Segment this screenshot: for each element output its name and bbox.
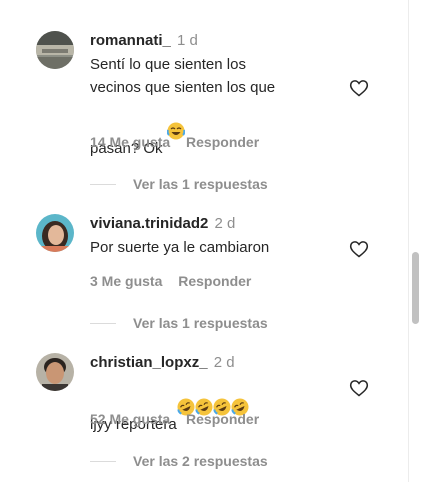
reply-button[interactable]: Responder: [186, 134, 259, 150]
comment-actions: 3 Me gusta Responder: [90, 272, 251, 290]
scrollbar-thumb[interactable]: [412, 252, 419, 324]
username-link[interactable]: romannati_: [90, 32, 171, 49]
likes-count-button[interactable]: 52 Me gusta: [90, 411, 170, 427]
comment-time[interactable]: 2 d: [215, 215, 236, 232]
view-replies-label: Ver las 1 respuestas: [133, 315, 268, 331]
rofl-emoji: [231, 375, 249, 416]
scrollbar[interactable]: [408, 0, 421, 482]
likes-count-button[interactable]: 3 Me gusta: [90, 273, 162, 289]
view-replies-label: Ver las 1 respuestas: [133, 176, 268, 192]
comment-actions: 52 Me gusta Responder: [90, 410, 259, 428]
likes-count-button[interactable]: 14 Me gusta: [90, 134, 170, 150]
comment-body: viviana.trinidad2 2 d Por suerte ya le c…: [90, 214, 340, 259]
like-heart-icon[interactable]: [349, 378, 369, 398]
avatar[interactable]: [36, 31, 74, 69]
view-replies-button[interactable]: Ver las 1 respuestas: [90, 175, 268, 193]
comment-time[interactable]: 1 d: [177, 32, 198, 49]
comment-text-content: Por suerte ya le cambiaron: [90, 239, 270, 256]
rofl-emoji: [213, 375, 231, 416]
rofl-emoji: [195, 375, 213, 416]
replies-divider-line: [90, 183, 116, 185]
avatar[interactable]: [36, 214, 74, 252]
replies-divider-line: [90, 460, 116, 462]
comment-text: Por suerte ya le cambiaron: [90, 236, 340, 259]
username-link[interactable]: christian_lopxz_: [90, 354, 208, 371]
like-heart-icon[interactable]: [349, 78, 369, 98]
view-replies-button[interactable]: Ver las 1 respuestas: [90, 314, 268, 332]
laughing-tears-emoji: [166, 99, 185, 140]
comments-list: romannati_ 1 d Sentí lo que sienten los …: [0, 0, 408, 482]
view-replies-label: Ver las 2 respuestas: [133, 453, 268, 469]
avatar[interactable]: [36, 353, 74, 391]
reply-button[interactable]: Responder: [186, 411, 259, 427]
reply-button[interactable]: Responder: [178, 273, 251, 289]
rofl-emoji: [177, 375, 195, 416]
like-heart-icon[interactable]: [349, 239, 369, 259]
comment-actions: 14 Me gusta Responder: [90, 133, 259, 151]
view-replies-button[interactable]: Ver las 2 respuestas: [90, 452, 268, 470]
comment-time[interactable]: 2 d: [214, 354, 235, 371]
username-link[interactable]: viviana.trinidad2: [90, 215, 208, 232]
replies-divider-line: [90, 322, 116, 324]
